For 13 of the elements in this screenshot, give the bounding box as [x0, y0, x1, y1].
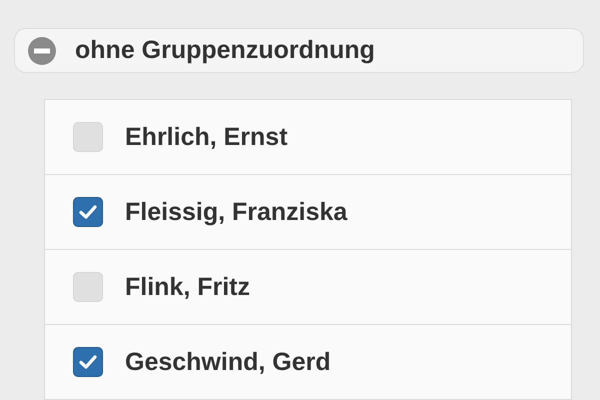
- member-name: Flink, Fritz: [125, 272, 250, 302]
- minus-icon[interactable]: [27, 36, 57, 66]
- member-row[interactable]: Ehrlich, Ernst: [45, 100, 571, 175]
- member-name: Fleissig, Franziska: [125, 198, 348, 226]
- checkbox[interactable]: [73, 347, 103, 377]
- member-row[interactable]: Geschwind, Gerd: [45, 325, 571, 400]
- member-name: Ehrlich, Ernst: [125, 122, 288, 152]
- member-row[interactable]: Flink, Fritz: [45, 250, 571, 325]
- member-name: Geschwind, Gerd: [125, 348, 331, 376]
- group-header[interactable]: ohne Gruppenzuordnung: [14, 28, 584, 73]
- checkbox[interactable]: [73, 197, 103, 227]
- member-row[interactable]: Fleissig, Franziska: [45, 175, 571, 250]
- group-title: ohne Gruppenzuordnung: [75, 36, 375, 65]
